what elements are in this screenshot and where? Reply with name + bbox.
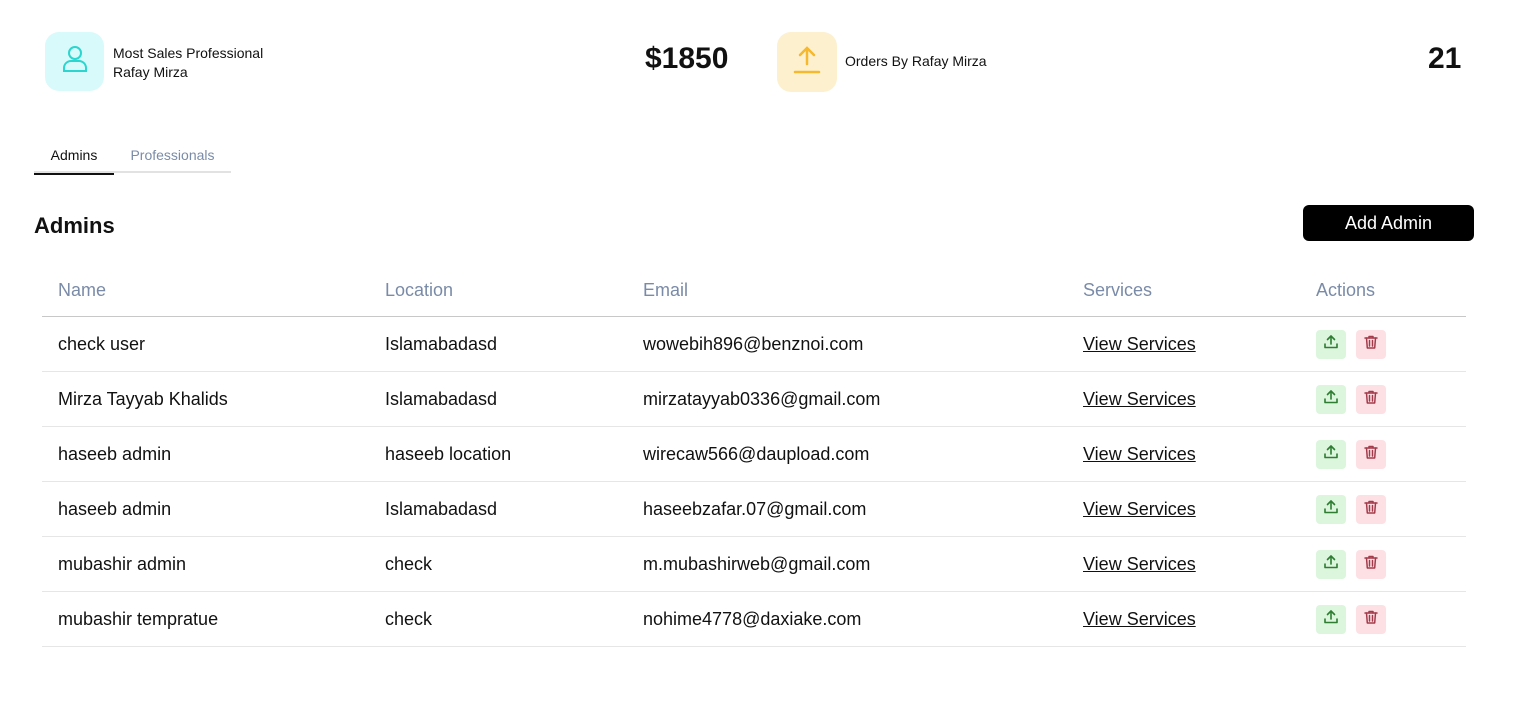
table-row: haseeb admin haseeb location wirecaw566@… [42, 427, 1466, 482]
add-admin-button[interactable]: Add Admin [1303, 205, 1474, 241]
cell-email: wowebih896@benznoi.com [643, 334, 864, 354]
upload-icon [1323, 609, 1339, 630]
cell-email: wirecaw566@daupload.com [643, 444, 870, 464]
cell-location: haseeb location [385, 444, 512, 464]
cell-location: Islamabadasd [385, 499, 498, 519]
trash-icon [1363, 499, 1379, 520]
upload-button[interactable] [1316, 550, 1346, 579]
upload-button[interactable] [1316, 330, 1346, 359]
view-services-link[interactable]: View Services [1083, 444, 1196, 465]
row-actions [1316, 605, 1386, 634]
most-sales-label: Most Sales Professional [113, 45, 264, 61]
upload-arrow-icon [789, 42, 825, 83]
header-services: Services [1083, 280, 1153, 300]
header-actions: Actions [1316, 280, 1376, 300]
row-actions [1316, 550, 1386, 579]
cell-name: mubashir tempratue [58, 609, 219, 629]
row-actions [1316, 330, 1386, 359]
row-actions [1316, 385, 1386, 414]
user-icon [58, 42, 92, 81]
delete-button[interactable] [1356, 440, 1386, 469]
trash-icon [1363, 609, 1379, 630]
upload-button[interactable] [1316, 440, 1346, 469]
tab-admins[interactable]: Admins [34, 137, 114, 175]
table-row: check user Islamabadasd wowebih896@benzn… [42, 317, 1466, 372]
table-row: haseeb admin Islamabadasd haseebzafar.07… [42, 482, 1466, 537]
orders-icon-box [777, 32, 837, 92]
sales-amount: $1850 [645, 42, 729, 75]
cell-email: nohime4778@daxiake.com [643, 609, 862, 629]
professional-name: Rafay Mirza [113, 64, 188, 80]
upload-icon [1323, 334, 1339, 355]
upload-icon [1323, 554, 1339, 575]
upload-icon [1323, 444, 1339, 465]
trash-icon [1363, 334, 1379, 355]
view-services-link[interactable]: View Services [1083, 554, 1196, 575]
cell-email: haseebzafar.07@gmail.com [643, 499, 867, 519]
cell-location: check [385, 554, 433, 574]
cell-name: Mirza Tayyab Khalids [58, 389, 228, 409]
delete-button[interactable] [1356, 330, 1386, 359]
trash-icon [1363, 389, 1379, 410]
upload-button[interactable] [1316, 495, 1346, 524]
header-name: Name [58, 280, 107, 300]
header-email: Email [643, 280, 689, 300]
cell-location: Islamabadasd [385, 389, 498, 409]
upload-icon [1323, 499, 1339, 520]
stats-bar: Most Sales Professional Rafay Mirza $185… [0, 0, 1525, 120]
table-header: Name Location Email Services Actions [42, 264, 1466, 317]
professional-avatar [45, 32, 104, 91]
cell-name: haseeb admin [58, 499, 172, 519]
table-body: check user Islamabadasd wowebih896@benzn… [42, 317, 1466, 647]
row-actions [1316, 440, 1386, 469]
view-services-link[interactable]: View Services [1083, 389, 1196, 410]
view-services-link[interactable]: View Services [1083, 609, 1196, 630]
upload-icon [1323, 389, 1339, 410]
table-row: mubashir tempratue check nohime4778@daxi… [42, 592, 1466, 647]
cell-email: mirzatayyab0336@gmail.com [643, 389, 881, 409]
orders-label: Orders By Rafay Mirza [845, 53, 987, 69]
trash-icon [1363, 444, 1379, 465]
cell-location: check [385, 609, 433, 629]
cell-email: m.mubashirweb@gmail.com [643, 554, 871, 574]
delete-button[interactable] [1356, 550, 1386, 579]
upload-button[interactable] [1316, 605, 1346, 634]
upload-button[interactable] [1316, 385, 1346, 414]
row-actions [1316, 495, 1386, 524]
tab-professionals[interactable]: Professionals [114, 137, 231, 173]
tabs: Admins Professionals [34, 137, 231, 175]
cell-name: haseeb admin [58, 444, 172, 464]
section-title: Admins [34, 213, 115, 238]
header-location: Location [385, 280, 454, 300]
table-row: mubashir admin check m.mubashirweb@gmail… [42, 537, 1466, 592]
delete-button[interactable] [1356, 385, 1386, 414]
trash-icon [1363, 554, 1379, 575]
view-services-link[interactable]: View Services [1083, 334, 1196, 355]
admins-table: Name Location Email Services Actions che… [42, 264, 1466, 647]
delete-button[interactable] [1356, 605, 1386, 634]
delete-button[interactable] [1356, 495, 1386, 524]
orders-count: 21 [1428, 42, 1462, 75]
view-services-link[interactable]: View Services [1083, 499, 1196, 520]
table-row: Mirza Tayyab Khalids Islamabadasd mirzat… [42, 372, 1466, 427]
cell-location: Islamabadasd [385, 334, 498, 354]
cell-name: check user [58, 334, 146, 354]
cell-name: mubashir admin [58, 554, 187, 574]
